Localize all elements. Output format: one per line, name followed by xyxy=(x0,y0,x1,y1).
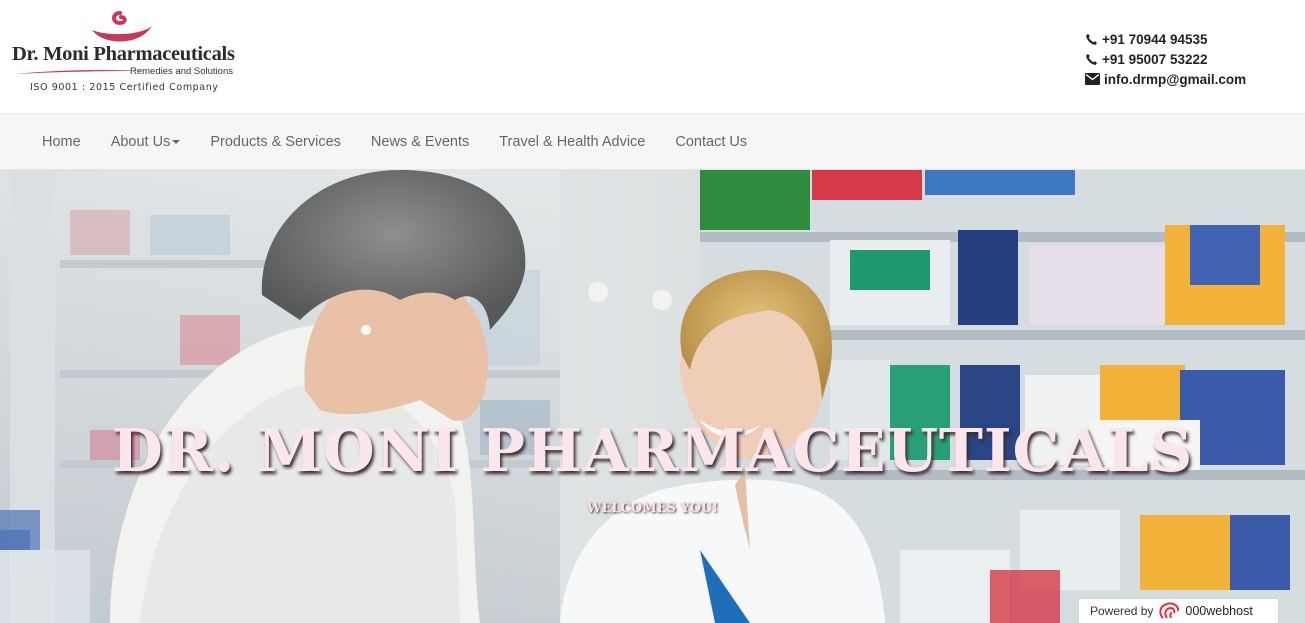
nav-item-label: Travel & Health Advice xyxy=(499,133,646,150)
brand-name: Dr. Moni Pharmaceuticals xyxy=(12,43,235,65)
nav-item-products-services[interactable]: Products & Services xyxy=(195,114,356,169)
nav-item-travel-health[interactable]: Travel & Health Advice xyxy=(484,114,660,169)
powered-by-label: Powered by xyxy=(1090,604,1154,618)
main-navbar: Home About Us Products & Services News &… xyxy=(0,113,1305,170)
hero-subtitle: WELCOMES YOU! xyxy=(586,501,719,516)
phone-row-1[interactable]: +91 70944 94535 xyxy=(1085,29,1246,49)
brand-logo[interactable]: Dr. Moni Pharmaceuticals Remedies and So… xyxy=(12,10,252,100)
envelope-icon xyxy=(1085,73,1100,85)
nav-item-contact-us[interactable]: Contact Us xyxy=(660,114,762,169)
contact-info: +91 70944 94535 +91 95007 53222 info.drm… xyxy=(1085,29,1246,89)
phone-number-1: +91 70944 94535 xyxy=(1102,31,1208,47)
nav-menu: Home About Us Products & Services News &… xyxy=(0,114,1305,169)
certification-text: ISO 9001 : 2015 Certified Company xyxy=(30,82,219,93)
brand-tagline: Remedies and Solutions xyxy=(130,66,233,77)
nav-item-home[interactable]: Home xyxy=(27,114,96,169)
email-address: info.drmp@gmail.com xyxy=(1104,71,1247,87)
hero-pharmacy-photo xyxy=(0,170,1305,623)
nav-item-label: Home xyxy=(42,133,81,150)
phone-number-2: +91 95007 53222 xyxy=(1102,51,1208,67)
hero-title: DR. MONI PHARMACEUTICALS xyxy=(111,416,1194,485)
hero-banner: DR. MONI PHARMACEUTICALS WELCOMES YOU! P… xyxy=(0,170,1305,623)
000webhost-logo-icon xyxy=(1159,602,1180,619)
powered-by-badge[interactable]: Powered by 000webhost xyxy=(1078,598,1279,623)
nav-item-label: Contact Us xyxy=(675,133,748,150)
nav-item-about-us[interactable]: About Us xyxy=(96,114,196,169)
logo-swirl-icon xyxy=(92,11,152,42)
nav-item-label: About Us xyxy=(110,133,171,150)
nav-item-label: Products & Services xyxy=(210,133,341,150)
nav-item-label: News & Events xyxy=(370,133,470,150)
site-header: Dr. Moni Pharmaceuticals Remedies and So… xyxy=(0,0,1305,113)
phone-icon xyxy=(1086,33,1098,45)
caret-down-icon xyxy=(172,139,181,144)
email-row[interactable]: info.drmp@gmail.com xyxy=(1085,69,1246,89)
logo-swoosh xyxy=(16,70,146,74)
powered-by-brand: 000webhost xyxy=(1185,604,1253,618)
nav-item-news-events[interactable]: News & Events xyxy=(356,114,484,169)
phone-icon xyxy=(1086,53,1098,65)
phone-row-2[interactable]: +91 95007 53222 xyxy=(1085,49,1246,69)
